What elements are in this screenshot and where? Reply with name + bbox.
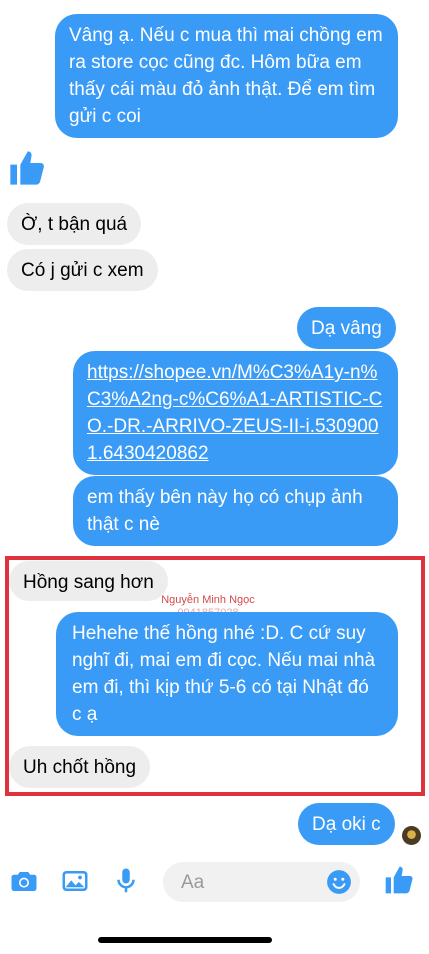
message-bubble-outgoing[interactable]: Vâng ạ. Nếu c mua thì mai chồng em ra st… (55, 14, 398, 138)
message-input-wrapper[interactable] (163, 862, 360, 904)
composer-bar (0, 856, 429, 908)
message-bubble-outgoing[interactable]: Hehehe thế hồng nhé :D. C cứ suy nghĩ đi… (56, 612, 398, 736)
microphone-icon[interactable] (111, 866, 141, 896)
camera-icon[interactable] (9, 866, 39, 896)
message-bubble-link[interactable]: https://shopee.vn/M%C3%A1y-n%C3%A2ng-c%C… (73, 351, 398, 475)
photo-icon[interactable] (60, 866, 90, 896)
message-bubble-outgoing[interactable]: Dạ oki c (298, 803, 395, 845)
message-bubble-incoming[interactable]: Có j gửi c xem (7, 249, 158, 291)
emoji-icon[interactable] (326, 869, 352, 895)
message-bubble-incoming[interactable]: Uh chốt hồng (9, 746, 151, 788)
message-input[interactable] (179, 862, 323, 904)
thumbs-up-icon[interactable] (383, 862, 415, 898)
message-bubble-outgoing[interactable]: Dạ vâng (297, 307, 396, 349)
watermark-name: Nguyễn Minh Ngọc (161, 594, 255, 606)
message-bubble-outgoing[interactable]: em thấy bên này họ có chụp ảnh thật c nè (73, 476, 398, 546)
seen-avatar (402, 826, 421, 845)
message-bubble-incoming[interactable]: Ờ, t bận quá (7, 203, 142, 245)
thumbs-up-icon (7, 146, 47, 190)
home-indicator (98, 937, 272, 943)
message-bubble-incoming[interactable]: Hồng sang hơn (9, 561, 168, 601)
shopee-link[interactable]: https://shopee.vn/M%C3%A1y-n%C3%A2ng-c%C… (87, 362, 382, 464)
